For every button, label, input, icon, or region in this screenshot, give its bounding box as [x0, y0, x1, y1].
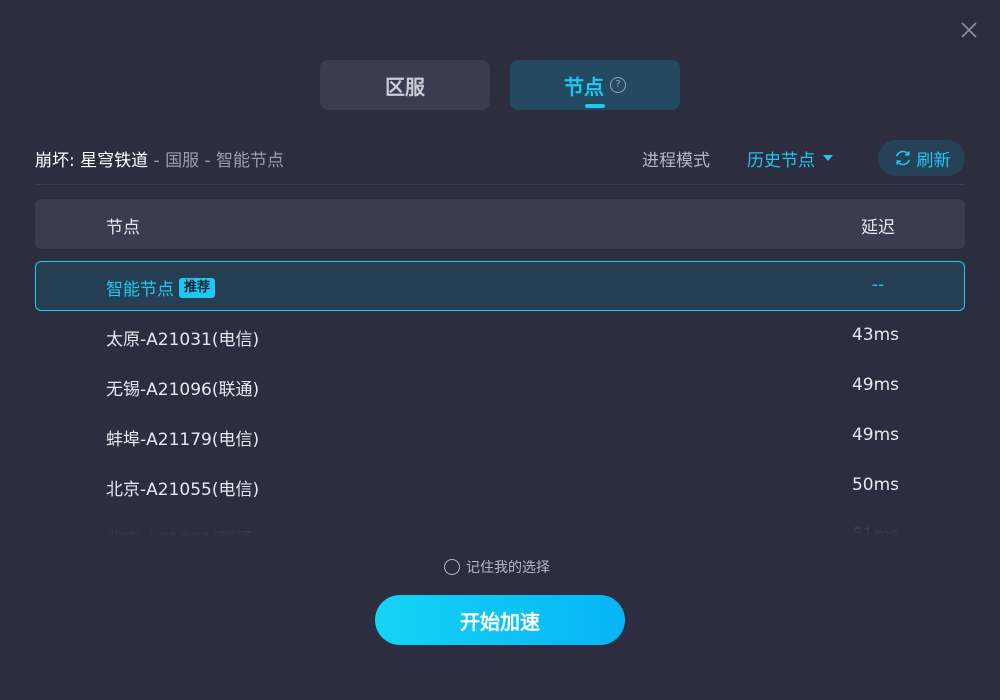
node-row-smart[interactable]: 智能节点 推荐 --: [35, 261, 965, 311]
refresh-label: 刷新: [916, 150, 951, 171]
node-name: 太原-A21031(电信): [106, 330, 260, 350]
node-name: 北京-A21091(联通): [106, 525, 259, 537]
history-nodes-dropdown[interactable]: 历史节点: [747, 146, 833, 171]
process-mode-button[interactable]: 进程模式: [642, 146, 710, 171]
node-name: 蚌埠-A21179(电信): [106, 430, 260, 450]
recommend-badge: 推荐: [179, 277, 216, 298]
remember-choice-label: 记住我的选择: [466, 560, 550, 576]
node-name: 智能节点 推荐: [106, 275, 216, 300]
node-row[interactable]: 北京-A21091(联通) 51ms: [35, 511, 965, 537]
breadcrumb-game: 星穹铁道: [80, 150, 149, 171]
node-name-text: 智能节点: [106, 280, 174, 300]
breadcrumb-prefix: 崩坏:: [35, 150, 75, 171]
history-nodes-label: 历史节点: [747, 150, 815, 171]
refresh-button[interactable]: 刷新: [878, 140, 965, 176]
close-button[interactable]: [957, 18, 981, 42]
node-latency: 43ms: [851, 325, 899, 345]
node-name: 无锡-A21096(联通): [106, 380, 260, 400]
node-latency: 51ms: [851, 525, 899, 537]
node-latency: --: [871, 275, 884, 295]
node-latency: 49ms: [851, 425, 899, 445]
column-header-delay: 延迟: [861, 218, 895, 238]
node-latency: 49ms: [851, 375, 899, 395]
column-header-node: 节点: [106, 218, 140, 238]
caret-down-icon: [823, 155, 833, 161]
tab-node[interactable]: 节点 ?: [510, 60, 680, 110]
tab-region-label: 区服: [385, 74, 425, 99]
tab-bar: 区服 节点 ?: [320, 60, 680, 110]
tab-node-label: 节点: [564, 74, 604, 99]
info-bar: 崩坏: 星穹铁道 - 国服 - 智能节点 进程模式 历史节点 刷新: [35, 140, 965, 176]
tab-region[interactable]: 区服: [320, 60, 490, 110]
breadcrumb: 崩坏: 星穹铁道 - 国服 - 智能节点: [35, 146, 284, 171]
node-name: 北京-A21055(电信): [106, 480, 260, 500]
node-row[interactable]: 北京-A21055(电信) 50ms: [35, 461, 965, 511]
node-row[interactable]: 无锡-A21096(联通) 49ms: [35, 361, 965, 411]
node-list[interactable]: 智能节点 推荐 -- 太原-A21031(电信) 43ms 无锡-A21096(…: [35, 261, 965, 537]
start-accelerate-button[interactable]: 开始加速: [375, 595, 625, 645]
node-row[interactable]: 太原-A21031(电信) 43ms: [35, 311, 965, 361]
radio-unchecked-icon: [444, 559, 460, 575]
close-icon: [961, 22, 977, 38]
refresh-icon: [895, 150, 910, 166]
node-latency: 50ms: [851, 475, 899, 495]
help-circle-icon[interactable]: ?: [610, 77, 626, 93]
table-header: 节点 延迟: [35, 199, 965, 249]
tab-active-indicator: [585, 104, 605, 108]
node-row[interactable]: 蚌埠-A21179(电信) 49ms: [35, 411, 965, 461]
remember-choice-toggle[interactable]: 记住我的选择: [444, 557, 550, 577]
breadcrumb-server: - 国服 - 智能节点: [148, 150, 285, 171]
divider: [35, 184, 965, 185]
